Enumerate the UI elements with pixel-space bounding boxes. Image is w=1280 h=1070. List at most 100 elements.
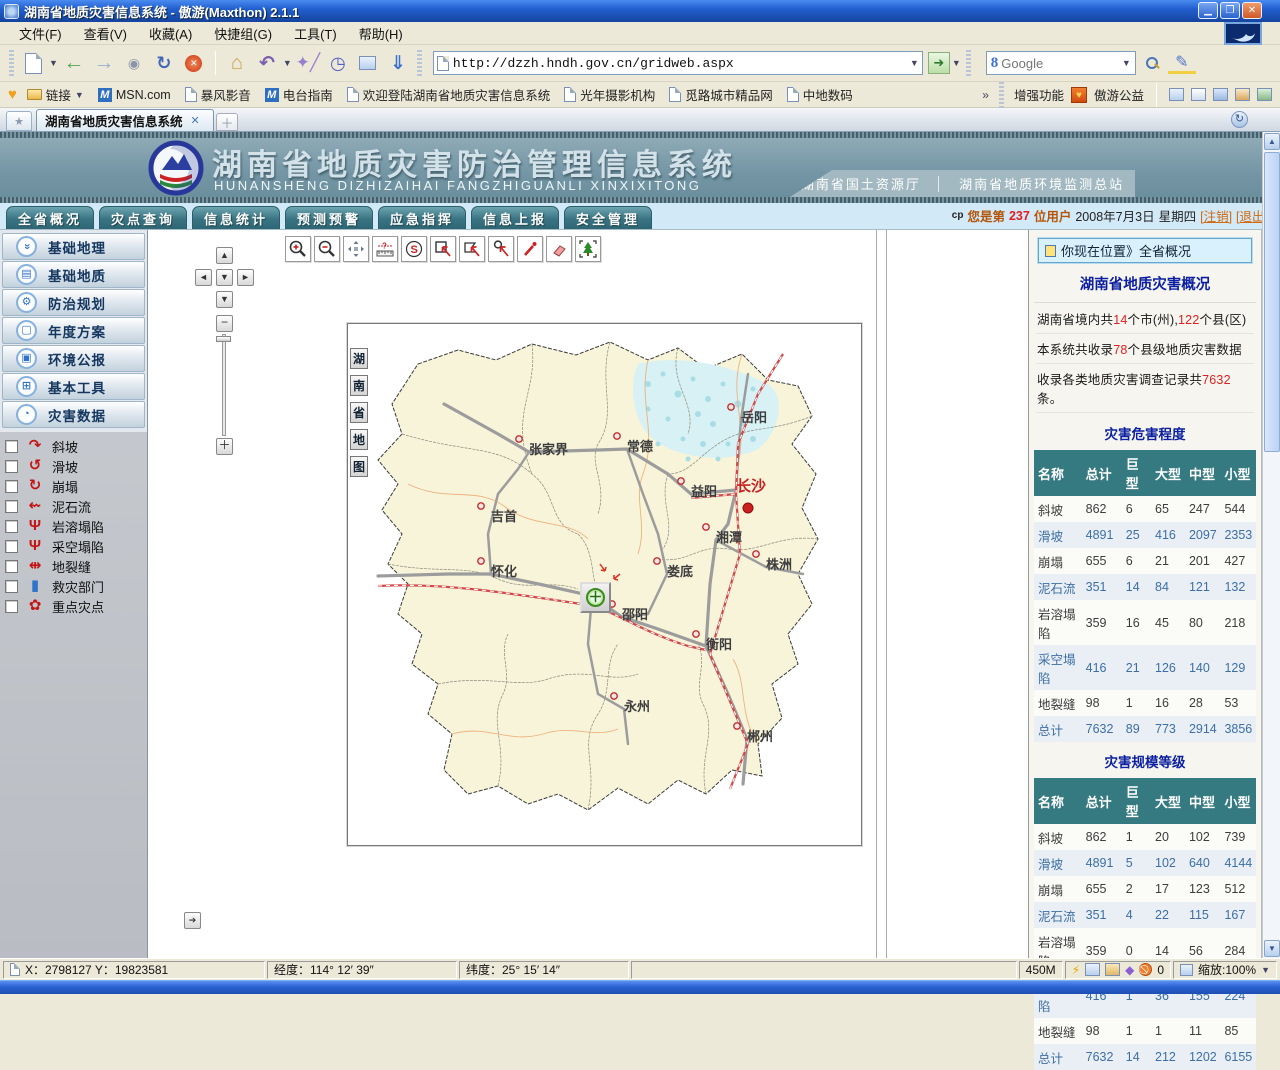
favorites-star-icon[interactable]: ★ [6,111,32,131]
zoom-out-tool-button[interactable] [314,236,340,262]
sidebar-section-document[interactable]: ▢年度方案 [2,317,145,344]
layer-checkbox[interactable] [5,480,18,493]
tab-close-icon[interactable]: ✕ [191,114,200,127]
history-dropdown-icon[interactable]: ◉ [120,49,148,77]
zoom-out-slider-button[interactable]: − [216,315,233,332]
go-button[interactable]: ➜ [928,52,950,74]
tab-active[interactable]: 湖南省地质灾害信息系统 ✕ [36,109,214,131]
pan-tool-button[interactable] [343,236,369,262]
vertical-scrollbar[interactable]: ▲ ▼ [1262,132,1280,958]
proxy-icon[interactable] [1169,88,1184,101]
sidebar-section-chevrons-down[interactable]: »基础地理 [2,233,145,260]
popup-blocked-icon[interactable]: ⃠ [1139,963,1152,976]
nav-tab-4[interactable]: 预测预警 [285,206,373,229]
pan-right-button[interactable]: ► [237,269,254,286]
quick-link[interactable]: M电台指南 [261,85,337,104]
map-side-button[interactable]: 图 [350,456,368,477]
folder-dropdown-icon[interactable]: ▼ [75,90,84,100]
menu-item[interactable]: 快捷组(G) [203,22,283,45]
address-bar[interactable]: ▼ [433,51,923,75]
magic-fill-icon[interactable]: ✦╱ [294,49,322,77]
new-page-button[interactable] [19,49,47,77]
map-side-button[interactable]: 省 [350,402,368,423]
nav-tab-3[interactable]: 信息统计 [192,206,280,229]
home-button[interactable]: ⌂ [223,49,251,77]
scroll-up-icon[interactable]: ▲ [1264,133,1280,150]
nav-tab-6[interactable]: 信息上报 [471,206,559,229]
select-s-tool-button[interactable]: S [401,236,427,262]
zoom-slider-track[interactable] [222,334,226,436]
sidebar-section-report[interactable]: ▣环境公报 [2,345,145,372]
scrollbar-thumb[interactable] [1264,152,1280,452]
refresh-page-icon[interactable]: ↻ [1231,111,1248,128]
back-button[interactable]: ← [60,49,88,77]
search-button[interactable] [1138,49,1166,77]
quick-link[interactable]: 欢迎登陆湖南省地质灾害信息系统 [343,85,555,104]
link-land-resources-dept[interactable]: 湖南省国土资源厅 [801,174,921,193]
pan-center-button[interactable]: ▼ [216,269,233,286]
highlight-button[interactable]: ✎ [1168,52,1196,74]
map-side-button[interactable]: 湖 [350,348,368,369]
minimize-button[interactable]: ▁ [1198,2,1218,19]
zoom-in-slider-button[interactable]: ＋ [216,438,233,455]
pan-up-button[interactable]: ▲ [216,247,233,264]
maxthon-charity-link[interactable]: 傲游公益 [1094,85,1144,104]
menu-item[interactable]: 文件(F) [8,22,73,45]
search-input[interactable] [1001,56,1119,71]
proxy-status-icon[interactable] [1085,963,1100,976]
hotlink-tool-button[interactable] [517,236,543,262]
nav-tab-1[interactable]: 全省概况 [6,206,94,229]
quick-link[interactable]: 中地数码 [783,85,857,104]
full-extent-tool-button[interactable] [575,236,601,262]
quick-link[interactable]: MMSN.com [94,88,175,102]
plugin-icon[interactable] [1257,88,1272,101]
zoom-slider-handle[interactable] [216,336,231,342]
sidebar-section-pie-chart[interactable]: ◔灾害数据 [2,401,145,428]
maxthon-charity-icon[interactable]: ♥ [1071,87,1087,103]
address-dropdown-icon[interactable]: ▼ [910,58,919,68]
layer-checkbox[interactable] [5,600,18,613]
layer-checkbox[interactable] [5,580,18,593]
link-geo-env-monitor-station[interactable]: 湖南省地质环境监测总站 [959,174,1124,193]
zoom-in-tool-button[interactable] [285,236,311,262]
forward-button[interactable]: → [90,49,118,77]
layer-checkbox[interactable] [5,440,18,453]
maximize-button[interactable]: ❐ [1220,2,1240,19]
history-clock-icon[interactable]: ◷ [324,49,352,77]
clean-icon[interactable]: ◆ [1125,963,1134,977]
links-overflow-icon[interactable]: » [982,88,989,102]
download-button[interactable]: ⇓ [384,49,412,77]
new-page-dropdown-icon[interactable]: ▼ [49,58,58,68]
zoom-window-tool-button[interactable] [488,236,514,262]
undo-dropdown-icon[interactable]: ▼ [283,58,292,68]
search-engine-dropdown-icon[interactable]: ▼ [1122,58,1131,68]
quick-link[interactable]: 光年摄影机构 [560,85,659,104]
map-side-button[interactable]: 南 [350,375,368,396]
quick-link[interactable]: 暴风影音 [181,85,255,104]
menu-item[interactable]: 收藏(A) [138,22,203,45]
pan-left-button[interactable]: ◄ [195,269,212,286]
address-input[interactable] [453,56,906,71]
select-polygon-tool-button[interactable] [459,236,485,262]
quick-link[interactable]: 觅路城市精品网 [665,85,777,104]
menu-item[interactable]: 查看(V) [73,22,138,45]
boost-features-link[interactable]: 增强功能 [1014,85,1064,104]
search-box[interactable]: 8 ▼ [986,51,1136,75]
favorites-heart-icon[interactable]: ♥ [8,86,17,103]
new-window-icon[interactable] [1105,963,1120,976]
close-button[interactable]: ✕ [1242,2,1262,19]
layer-checkbox[interactable] [5,560,18,573]
quick-link[interactable]: 链接▼ [23,85,88,104]
zoom-dropdown-icon[interactable]: ▼ [1261,965,1270,975]
new-tab-button[interactable]: ＋ [216,113,238,131]
toolbar-grip[interactable] [9,50,14,76]
pan-down-button[interactable]: ▼ [216,291,233,308]
erase-tool-button[interactable] [546,236,572,262]
sidebar-section-monitor[interactable]: ▤基础地质 [2,261,145,288]
skin-icon[interactable] [1235,88,1250,101]
sidebar-section-toolbox[interactable]: ⊞基本工具 [2,373,145,400]
nav-tab-2[interactable]: 灾点查询 [99,206,187,229]
layer-checkbox[interactable] [5,500,18,513]
select-rect-tool-button[interactable] [430,236,456,262]
layer-checkbox[interactable] [5,460,18,473]
